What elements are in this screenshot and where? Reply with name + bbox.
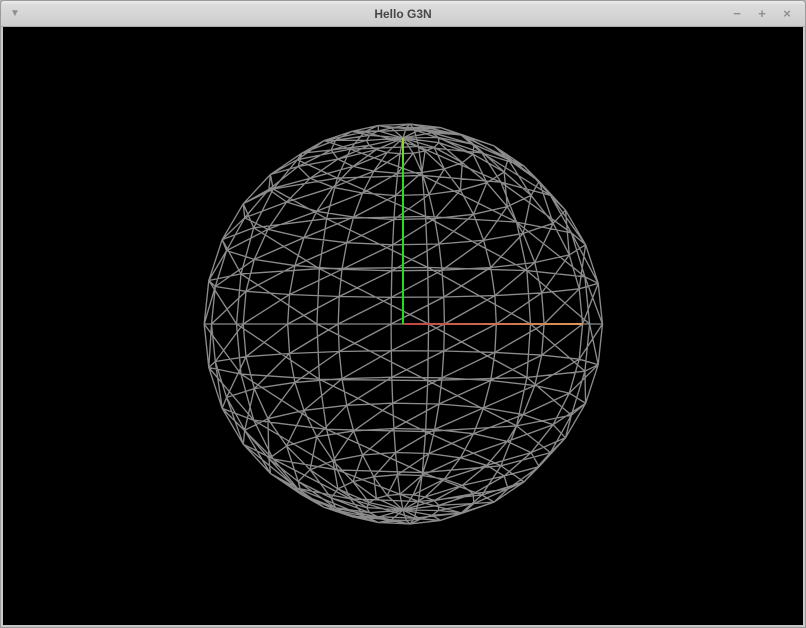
- window-controls: − + ×: [729, 1, 795, 26]
- maximize-button[interactable]: +: [754, 6, 770, 22]
- window-menu-icon[interactable]: ▼: [10, 1, 20, 26]
- wireframe-sphere-scene: [3, 27, 803, 625]
- close-button[interactable]: ×: [779, 6, 795, 22]
- minimize-button[interactable]: −: [729, 6, 745, 22]
- titlebar[interactable]: ▼ Hello G3N − + ×: [1, 1, 805, 27]
- app-window: ▼ Hello G3N − + ×: [0, 0, 806, 628]
- viewport-3d[interactable]: [3, 27, 803, 625]
- window-title: Hello G3N: [1, 1, 805, 26]
